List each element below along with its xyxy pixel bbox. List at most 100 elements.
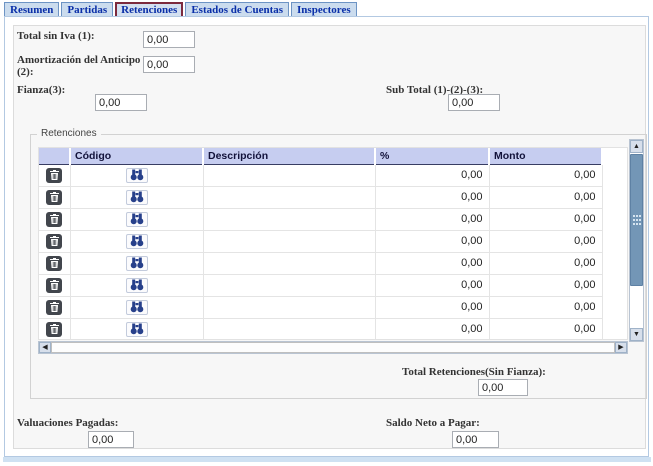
- down-arrow-icon: ▼: [633, 331, 640, 338]
- valuaciones-pagadas-label: Valuaciones Pagadas:: [17, 417, 118, 429]
- find-binoculars-icon: [130, 191, 144, 203]
- table-row: 0,00 0,00: [39, 318, 602, 340]
- delete-row-button[interactable]: [46, 278, 62, 293]
- porcentaje-cell[interactable]: 0,00: [375, 252, 489, 274]
- monto-cell[interactable]: 0,00: [489, 274, 602, 296]
- trash-icon: [50, 170, 59, 180]
- delete-row-button[interactable]: [46, 234, 62, 249]
- delete-cell: [39, 208, 70, 230]
- amortizacion-anticipo-input[interactable]: [143, 56, 195, 73]
- total-sin-iva-input[interactable]: [143, 31, 195, 48]
- descripcion-cell[interactable]: [203, 186, 375, 208]
- delete-row-button[interactable]: [46, 168, 62, 183]
- find-codigo-button[interactable]: [126, 234, 148, 249]
- saldo-neto-input[interactable]: [452, 431, 499, 448]
- fianza-label: Fianza(3):: [17, 84, 65, 96]
- codigo-cell: [70, 208, 203, 230]
- table-header-row: Código Descripción % Monto: [39, 148, 602, 164]
- monto-cell[interactable]: 0,00: [489, 230, 602, 252]
- monto-cell[interactable]: 0,00: [489, 296, 602, 318]
- descripcion-cell[interactable]: [203, 318, 375, 340]
- table-row: 0,00 0,00: [39, 208, 602, 230]
- col-header-codigo[interactable]: Código: [70, 148, 203, 164]
- porcentaje-cell[interactable]: 0,00: [375, 318, 489, 340]
- monto-cell[interactable]: 0,00: [489, 186, 602, 208]
- table-row: 0,00 0,00: [39, 164, 602, 186]
- up-arrow-icon: ▲: [633, 143, 640, 150]
- monto-cell[interactable]: 0,00: [489, 252, 602, 274]
- find-codigo-button[interactable]: [126, 278, 148, 293]
- horizontal-scrollbar[interactable]: ◀ ▶: [38, 341, 628, 354]
- scroll-grip-icon: [636, 215, 638, 217]
- table-row: 0,00 0,00: [39, 274, 602, 296]
- retenciones-grid-viewport: Código Descripción % Monto: [38, 147, 628, 340]
- delete-row-button[interactable]: [46, 322, 62, 337]
- descripcion-cell[interactable]: [203, 208, 375, 230]
- descripcion-cell[interactable]: [203, 164, 375, 186]
- delete-row-button[interactable]: [46, 300, 62, 315]
- monto-cell[interactable]: 0,00: [489, 164, 602, 186]
- vertical-scrollbar[interactable]: ▲ ▼: [629, 139, 644, 342]
- find-binoculars-icon: [130, 301, 144, 313]
- descripcion-cell[interactable]: [203, 252, 375, 274]
- porcentaje-cell[interactable]: 0,00: [375, 164, 489, 186]
- porcentaje-cell[interactable]: 0,00: [375, 274, 489, 296]
- amortizacion-anticipo-label: Amortización del Anticipo (2):: [17, 54, 143, 78]
- right-arrow-icon: ▶: [618, 344, 623, 351]
- col-header-porcentaje[interactable]: %: [375, 148, 489, 164]
- codigo-cell: [70, 318, 203, 340]
- total-retenciones-label: Total Retenciones(Sin Fianza):: [402, 366, 546, 378]
- col-header-monto[interactable]: Monto: [489, 148, 602, 164]
- left-arrow-icon: ◀: [42, 344, 47, 351]
- porcentaje-cell[interactable]: 0,00: [375, 208, 489, 230]
- porcentaje-cell[interactable]: 0,00: [375, 296, 489, 318]
- codigo-cell: [70, 164, 203, 186]
- total-retenciones-input[interactable]: [478, 379, 528, 396]
- vertical-scroll-thumb[interactable]: [630, 154, 643, 286]
- find-codigo-button[interactable]: [126, 256, 148, 271]
- retenciones-page: { "tabs": [ { "label": "Resumen", "selec…: [0, 0, 653, 466]
- scroll-up-button[interactable]: ▲: [630, 140, 643, 153]
- delete-cell: [39, 296, 70, 318]
- table-row: 0,00 0,00: [39, 296, 602, 318]
- find-codigo-button[interactable]: [126, 322, 148, 337]
- table-row: 0,00 0,00: [39, 252, 602, 274]
- find-binoculars-icon: [130, 235, 144, 247]
- delete-row-button[interactable]: [46, 212, 62, 227]
- trash-icon: [50, 236, 59, 246]
- table-row: 0,00 0,00: [39, 230, 602, 252]
- codigo-cell: [70, 186, 203, 208]
- sub-total-input[interactable]: [448, 94, 500, 111]
- scroll-right-button[interactable]: ▶: [615, 342, 627, 353]
- page-bottom-strip: [3, 457, 651, 462]
- codigo-cell: [70, 252, 203, 274]
- find-codigo-button[interactable]: [126, 168, 148, 183]
- find-codigo-button[interactable]: [126, 212, 148, 227]
- descripcion-cell[interactable]: [203, 274, 375, 296]
- valuaciones-pagadas-input[interactable]: [88, 431, 134, 448]
- col-header-icon: [39, 148, 70, 164]
- trash-icon: [50, 280, 59, 290]
- descripcion-cell[interactable]: [203, 296, 375, 318]
- find-codigo-button[interactable]: [126, 300, 148, 315]
- delete-row-button[interactable]: [46, 256, 62, 271]
- monto-cell[interactable]: 0,00: [489, 318, 602, 340]
- horizontal-scroll-thumb[interactable]: [51, 342, 615, 353]
- delete-row-button[interactable]: [46, 190, 62, 205]
- fianza-input[interactable]: [95, 94, 147, 111]
- monto-cell[interactable]: 0,00: [489, 208, 602, 230]
- porcentaje-cell[interactable]: 0,00: [375, 186, 489, 208]
- find-codigo-button[interactable]: [126, 190, 148, 205]
- codigo-cell: [70, 296, 203, 318]
- find-binoculars-icon: [130, 323, 144, 335]
- porcentaje-cell[interactable]: 0,00: [375, 230, 489, 252]
- scroll-down-button[interactable]: ▼: [630, 328, 643, 341]
- retenciones-legend: Retenciones: [37, 128, 101, 139]
- table-row: 0,00 0,00: [39, 186, 602, 208]
- find-binoculars-icon: [130, 279, 144, 291]
- retenciones-tbody: 0,00 0,00: [39, 164, 602, 340]
- scroll-left-button[interactable]: ◀: [39, 342, 51, 353]
- col-header-descripcion[interactable]: Descripción: [203, 148, 375, 164]
- delete-cell: [39, 252, 70, 274]
- descripcion-cell[interactable]: [203, 230, 375, 252]
